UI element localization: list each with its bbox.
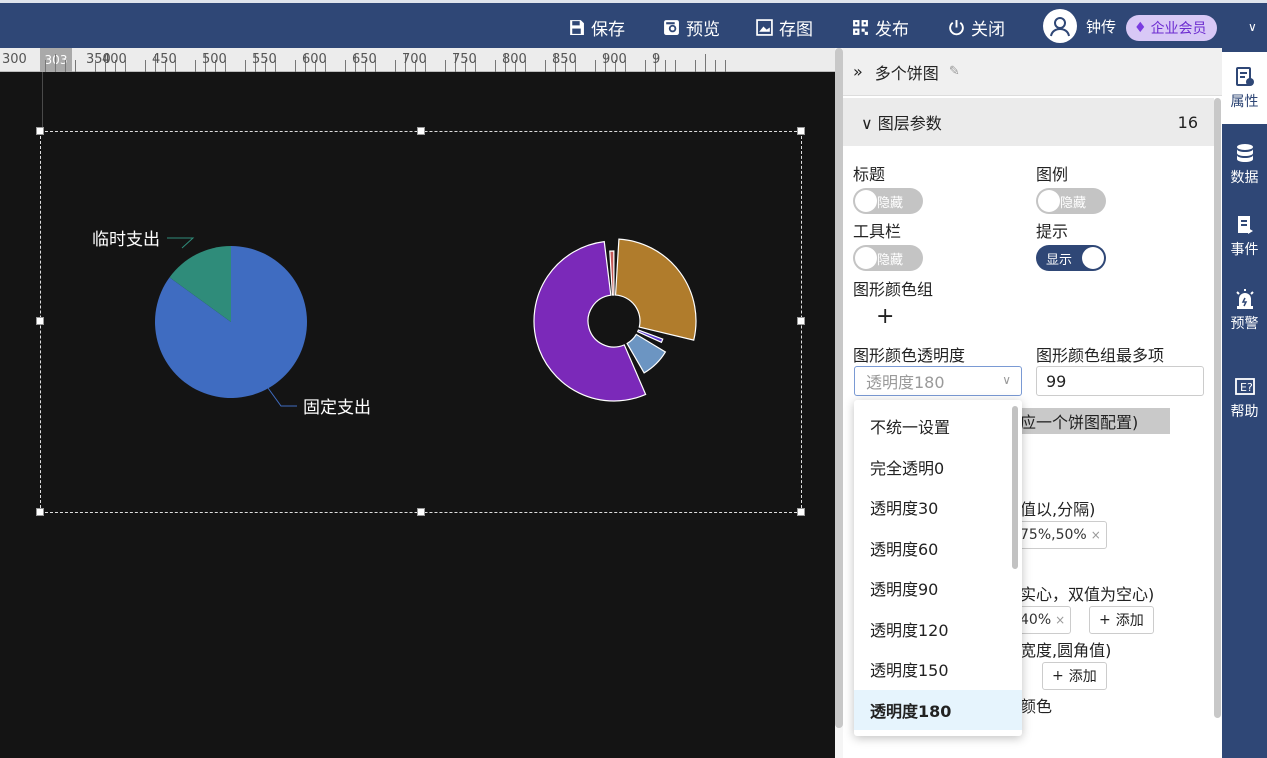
center-hint: 值以,分隔) — [1020, 500, 1096, 519]
title-label: 标题 — [853, 165, 886, 184]
chevron-down-icon: ∨ — [1002, 373, 1011, 387]
dropdown-option[interactable]: 完全透明0 — [854, 447, 1022, 487]
dropdown-option[interactable]: 不统一设置 — [854, 406, 1022, 446]
preview-icon — [664, 19, 679, 35]
close-button[interactable]: 关闭 — [948, 13, 1005, 41]
avatar[interactable] — [1043, 9, 1077, 43]
dropdown-option[interactable]: 透明度150 — [854, 649, 1022, 689]
resize-handle-bottom-right[interactable] — [797, 508, 805, 516]
top-toolbar: 保存 预览 存图 发布 关闭 钟传 ♦ 企业会员 ∨ — [0, 0, 1267, 48]
opacity-label: 图形颜色透明度 — [853, 346, 966, 365]
resize-handle-top[interactable] — [417, 127, 425, 135]
save-icon — [570, 19, 584, 35]
section-count: 16 — [1177, 112, 1198, 132]
resize-handle-right[interactable] — [797, 317, 805, 325]
resize-handle-left[interactable] — [36, 317, 44, 325]
section-label: ∨ 图层参数 — [861, 114, 942, 133]
close-icon[interactable]: × — [1055, 613, 1065, 627]
opacity-dropdown: 不统一设置 完全透明0 透明度30 透明度60 透明度90 透明度120 透明度150 透明度… — [854, 400, 1022, 736]
database-icon — [1236, 143, 1253, 162]
border-hint: 宽度,圆角值) — [1020, 641, 1112, 660]
publish-label: 发布 — [875, 19, 909, 40]
close-icon[interactable]: × — [1091, 528, 1101, 542]
panel-header: » 多个饼图 ✎ — [843, 48, 1222, 96]
save-button[interactable]: 保存 — [568, 13, 625, 41]
opacity-select-value: 透明度180 — [866, 373, 945, 392]
color-group-label: 图形颜色组 — [853, 280, 934, 299]
save-image-label: 存图 — [779, 19, 813, 40]
legend-toggle[interactable]: 隐藏 — [1036, 188, 1106, 214]
events-icon — [1237, 215, 1253, 234]
plus-icon: + — [1099, 612, 1111, 628]
toolbar-label: 工具栏 — [853, 222, 902, 241]
publish-button[interactable]: 发布 — [852, 13, 909, 41]
color-hint: 颜色 — [1020, 697, 1053, 716]
user-icon — [1050, 17, 1070, 37]
chevron-down-icon[interactable]: ∨ — [1248, 20, 1257, 34]
toolbar-toggle[interactable]: 隐藏 — [853, 245, 923, 271]
edit-icon[interactable]: ✎ — [949, 64, 960, 79]
save-label: 保存 — [591, 19, 625, 40]
membership-badge[interactable]: ♦ 企业会员 — [1126, 15, 1217, 41]
add-color-icon[interactable]: + — [876, 304, 894, 329]
radius-hint: 实心，双值为空心) — [1020, 585, 1155, 604]
preview-button[interactable]: 预览 — [663, 13, 720, 41]
image-icon — [756, 18, 773, 36]
component-title: 多个饼图 — [874, 63, 939, 83]
dropdown-option[interactable]: 透明度30 — [854, 487, 1022, 527]
dropdown-option[interactable]: 透明度180 — [854, 689, 1022, 730]
preview-label: 预览 — [686, 19, 720, 40]
nav-alerts[interactable]: 预警 — [1222, 274, 1267, 346]
center-tag[interactable]: 75%,50% × — [1014, 521, 1107, 549]
tip-label: 提示 — [1036, 222, 1069, 241]
add-border-button[interactable]: + 添加 — [1042, 662, 1107, 690]
design-canvas[interactable]: 303 300 350 400 450 500 550 600 650 700 750 800 850… — [0, 48, 836, 758]
alarm-icon — [1235, 288, 1254, 309]
dropdown-option[interactable]: 透明度90 — [854, 568, 1022, 608]
nav-events[interactable]: 事件 — [1222, 200, 1267, 272]
opacity-select[interactable]: 透明度180 ∨ — [854, 366, 1022, 396]
membership-label: 企业会员 — [1150, 21, 1207, 37]
side-nav: 属性 数据 事件 预警 E? 帮助 — [1222, 48, 1267, 758]
resize-handle-bottom[interactable] — [417, 508, 425, 516]
max-colors-label: 图形颜色组最多项 — [1036, 346, 1165, 365]
properties-icon — [1235, 66, 1254, 86]
radius-tag[interactable]: 40% × — [1014, 606, 1072, 634]
nav-properties[interactable]: 属性 — [1222, 52, 1267, 124]
username[interactable]: 钟传 — [1086, 16, 1116, 37]
panel-scrollbar[interactable] — [1214, 98, 1222, 758]
save-image-button[interactable]: 存图 — [756, 13, 813, 41]
help-icon: E? — [1234, 377, 1255, 395]
qrcode-icon — [853, 19, 868, 35]
resize-handle-top-right[interactable] — [797, 127, 805, 135]
pie-config-hint: 应一个饼图配置) — [1014, 408, 1170, 434]
component-selection-box[interactable] — [36, 127, 805, 516]
resize-handle-bottom-left[interactable] — [36, 508, 44, 516]
nav-help[interactable]: E? 帮助 — [1222, 362, 1267, 434]
max-colors-input[interactable]: 99 — [1036, 366, 1204, 396]
power-icon — [949, 19, 964, 35]
add-radius-button[interactable]: + 添加 — [1089, 606, 1154, 634]
tip-toggle[interactable]: 显示 — [1036, 245, 1106, 271]
plus-icon: + — [1052, 668, 1064, 684]
legend-label: 图例 — [1036, 165, 1069, 184]
diamond-icon: ♦ — [1134, 20, 1147, 36]
collapse-panel-icon[interactable]: » — [853, 62, 863, 81]
dropdown-option[interactable]: 透明度60 — [854, 528, 1022, 568]
title-toggle[interactable]: 隐藏 — [853, 188, 923, 214]
svg-text:E?: E? — [1240, 381, 1253, 394]
nav-data[interactable]: 数据 — [1222, 128, 1267, 200]
close-label: 关闭 — [971, 19, 1005, 40]
section-layer-params[interactable]: ∨ 图层参数 16 — [843, 98, 1214, 146]
canvas-scrollbar[interactable] — [835, 48, 843, 758]
dropdown-option[interactable]: 透明度120 — [854, 609, 1022, 649]
resize-handle-top-left[interactable] — [36, 127, 44, 135]
